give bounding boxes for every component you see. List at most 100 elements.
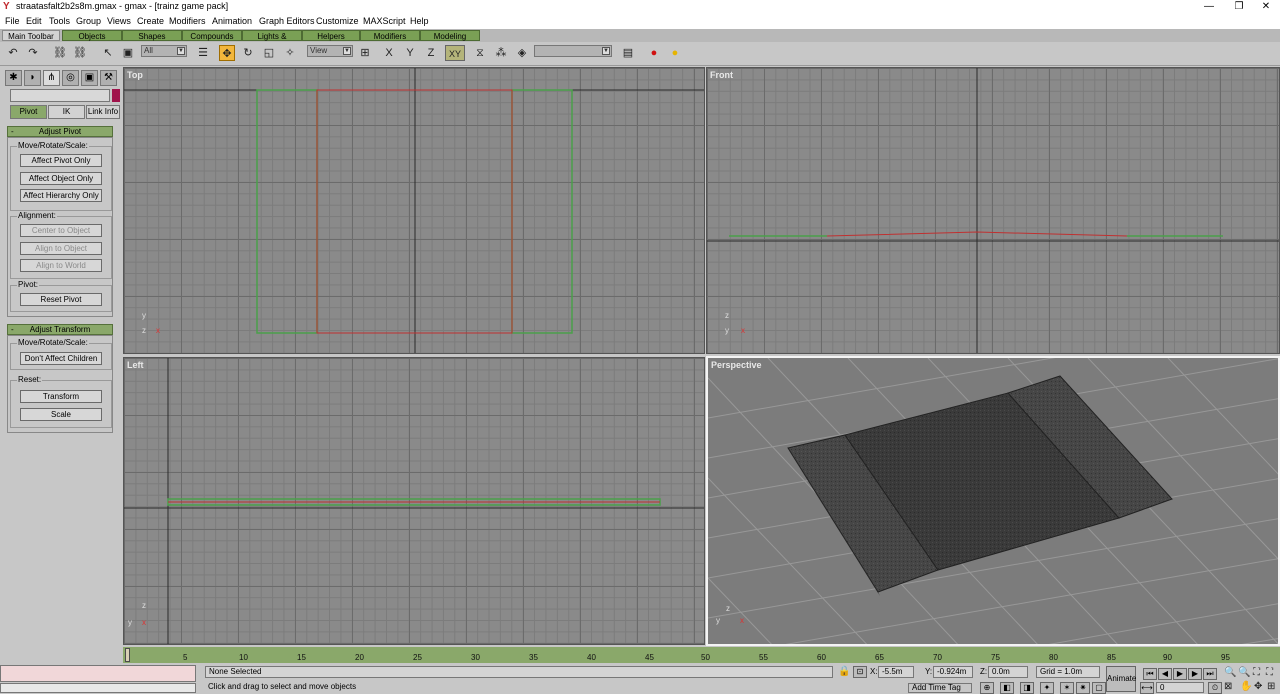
menu-graph-editors[interactable]: Graph Editors <box>259 16 315 26</box>
named-selection-sets-icon[interactable]: ▤ <box>620 45 636 61</box>
reset-pivot-button[interactable]: Reset Pivot <box>20 293 102 306</box>
key-mode-icon[interactable]: ⟷ <box>1140 682 1154 694</box>
subtab-ik[interactable]: IK <box>48 105 85 119</box>
undo-icon[interactable]: ↶ <box>5 45 21 61</box>
time-slider-handle[interactable] <box>125 648 130 662</box>
add-time-tag-button[interactable]: Add Time Tag <box>908 683 972 693</box>
absolute-mode-icon[interactable]: ⊡ <box>853 666 867 678</box>
time-track[interactable]: 5 10 15 20 25 30 35 40 45 50 55 60 65 70… <box>123 647 1280 663</box>
tab-modeling[interactable]: Modeling <box>420 30 480 41</box>
display-panel-icon[interactable]: ▣ <box>81 70 98 86</box>
z-coord-field[interactable]: 0.0m <box>988 666 1028 678</box>
viewport-label-front[interactable]: Front <box>710 70 733 80</box>
x-coord-field[interactable]: -5.5m <box>878 666 914 678</box>
affect-hierarchy-only-button[interactable]: Affect Hierarchy Only <box>20 189 102 202</box>
viewport-left[interactable]: Left z y x <box>123 357 705 645</box>
zoom-extents-selected-icon[interactable]: ⛶ <box>1266 667 1273 679</box>
mirror-icon[interactable]: ⧖ <box>472 45 488 61</box>
orbit-view-icon[interactable]: ✦ <box>1040 682 1054 694</box>
modify-panel-icon[interactable]: ◗ <box>24 70 41 86</box>
y-coord-field[interactable]: -0.924m <box>933 666 973 678</box>
menu-customize[interactable]: Customize <box>316 16 359 26</box>
object-name-field[interactable] <box>10 89 110 102</box>
reset-scale-button[interactable]: Scale <box>20 408 102 421</box>
hierarchy-panel-icon[interactable]: ⋔ <box>43 70 60 86</box>
min-max-toggle-icon[interactable]: ⊞ <box>1267 681 1275 693</box>
pan-hand-icon[interactable]: ✋ <box>1240 681 1252 693</box>
tab-lights-cameras[interactable]: Lights & Cameras <box>242 30 302 52</box>
arc-rotate-selected-icon[interactable]: ✥ <box>1254 681 1262 693</box>
lock-selection-icon[interactable]: 🔒 <box>838 666 850 678</box>
rollout-adjust-transform-header[interactable]: - Adjust Transform <box>7 324 113 335</box>
mesh-left-sidewalk[interactable] <box>256 89 318 334</box>
render-scene-icon[interactable]: ● <box>646 45 662 61</box>
menu-views[interactable]: Views <box>107 16 131 26</box>
select-and-rotate-icon[interactable]: ↻ <box>240 45 256 61</box>
reset-transform-button[interactable]: Transform <box>20 390 102 403</box>
viewport-label-left[interactable]: Left <box>127 360 144 370</box>
maxscript-listener-input[interactable] <box>0 665 196 682</box>
viewport-label-top[interactable]: Top <box>127 70 143 80</box>
viewport-perspective[interactable]: Perspective z x y <box>706 356 1280 646</box>
fov-icon[interactable]: ✶ <box>1060 682 1074 694</box>
maxscript-listener-output[interactable] <box>0 683 196 693</box>
menu-edit[interactable]: Edit <box>26 16 42 26</box>
align-to-world-button[interactable]: Align to World <box>20 259 102 272</box>
viewport-label-perspective[interactable]: Perspective <box>711 360 762 370</box>
tab-modifiers[interactable]: Modifiers <box>360 30 420 41</box>
center-to-object-button[interactable]: Center to Object <box>20 224 102 237</box>
viewport-top[interactable]: Top y x z <box>123 67 705 354</box>
arc-rotate-icon[interactable]: ✷ <box>1076 682 1090 694</box>
tab-helpers[interactable]: Helpers <box>302 30 360 41</box>
zoom-icon[interactable]: 🔍 <box>1224 667 1236 679</box>
selection-filter-dropdown[interactable]: All ▼ <box>141 45 187 57</box>
current-frame-field[interactable]: 0 <box>1156 682 1204 693</box>
menu-group[interactable]: Group <box>76 16 101 26</box>
zoom-all-icon[interactable]: 🔍 <box>1238 667 1250 679</box>
minimize-button[interactable]: — <box>1194 0 1224 14</box>
reference-coordinate-dropdown[interactable]: View ▼ <box>307 45 353 57</box>
select-and-link-icon[interactable]: ⛓ <box>52 45 68 61</box>
region-zoom-icon[interactable]: ⊠ <box>1224 681 1232 693</box>
menu-help[interactable]: Help <box>410 16 429 26</box>
select-object-icon[interactable]: ↖ <box>100 45 116 61</box>
menu-tools[interactable]: Tools <box>49 16 70 26</box>
zoom-region-icon[interactable]: ◧ <box>1000 682 1014 694</box>
quick-render-icon[interactable]: ● <box>667 45 683 61</box>
tab-objects[interactable]: Objects <box>62 30 122 41</box>
zoom-extents-all-icon[interactable]: ⛶ <box>1253 667 1260 679</box>
play-icon[interactable]: ▶ <box>1173 668 1187 680</box>
affect-object-only-button[interactable]: Affect Object Only <box>20 172 102 185</box>
next-frame-icon[interactable]: ▶ <box>1188 668 1202 680</box>
go-to-end-icon[interactable]: ⏭ <box>1203 668 1217 680</box>
align-to-object-button[interactable]: Align to Object <box>20 242 102 255</box>
redo-icon[interactable]: ↷ <box>25 45 41 61</box>
dont-affect-children-button[interactable]: Don't Affect Children <box>20 352 102 365</box>
menu-maxscript[interactable]: MAXScript <box>363 16 406 26</box>
rollout-adjust-pivot-header[interactable]: - Adjust Pivot <box>7 126 113 137</box>
select-and-move-icon[interactable]: ✥ <box>219 45 235 61</box>
previous-frame-icon[interactable]: ◀ <box>1158 668 1172 680</box>
tab-compounds[interactable]: Compounds <box>182 30 242 41</box>
rectangular-selection-icon[interactable]: ▣ <box>120 45 136 61</box>
menu-create[interactable]: Create <box>137 16 164 26</box>
select-and-scale-icon[interactable]: ◱ <box>261 45 277 61</box>
align-icon[interactable]: ◈ <box>514 45 530 61</box>
menu-modifiers[interactable]: Modifiers <box>169 16 206 26</box>
use-pivot-center-icon[interactable]: ⊞ <box>357 45 373 61</box>
menu-animation[interactable]: Animation <box>212 16 252 26</box>
pan-view-icon[interactable]: ◨ <box>1020 682 1034 694</box>
subtab-link-info[interactable]: Link Info <box>86 105 120 119</box>
select-and-manipulate-icon[interactable]: ✧ <box>282 45 298 61</box>
restrict-to-y-button[interactable]: Y <box>402 45 418 61</box>
close-button[interactable]: ✕ <box>1251 0 1280 14</box>
viewport-front[interactable]: Front z x y <box>706 67 1280 354</box>
motion-panel-icon[interactable]: ◎ <box>62 70 79 86</box>
subtab-pivot[interactable]: Pivot <box>10 105 47 119</box>
restrict-to-xy-button[interactable]: XY <box>445 45 465 61</box>
select-by-name-icon[interactable]: ☰ <box>195 45 211 61</box>
restore-button[interactable]: ❐ <box>1224 0 1254 14</box>
tab-main-toolbar[interactable]: Main Toolbar <box>2 30 60 41</box>
maximize-viewport-icon[interactable]: ▢ <box>1092 682 1106 694</box>
tab-shapes[interactable]: Shapes <box>122 30 182 41</box>
